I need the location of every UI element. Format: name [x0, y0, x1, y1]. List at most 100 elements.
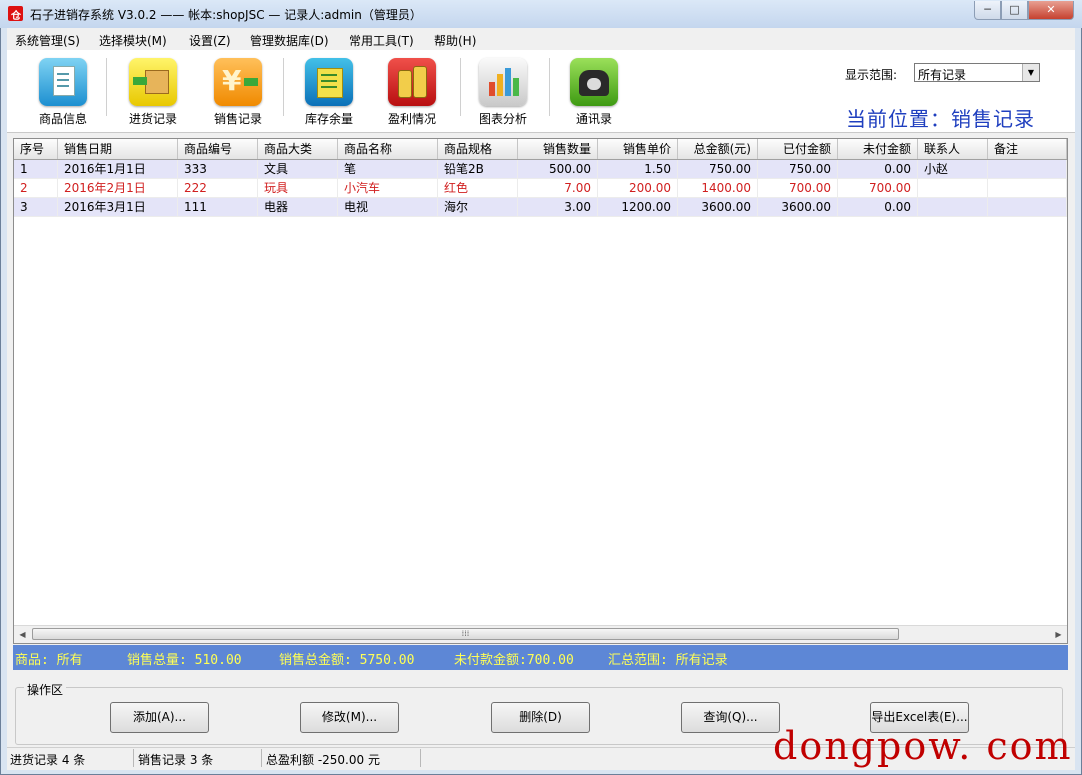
table-cell — [988, 198, 1067, 217]
query-button[interactable]: 查询(Q)... — [681, 702, 780, 733]
table-cell: 200.00 — [598, 179, 678, 198]
window-title: 石子进销存系统 V3.0.2 —— 帐本:shopJSC — 记录人:admin… — [30, 8, 422, 22]
tool-label: 通讯录 — [575, 112, 612, 126]
table-cell: 1.50 — [598, 160, 678, 179]
status-divider — [133, 749, 134, 767]
table-cell: 电视 — [338, 198, 438, 217]
toolbar-separator — [460, 58, 461, 116]
column-header[interactable]: 商品编号 — [178, 139, 258, 159]
operations-title: 操作区 — [24, 681, 67, 698]
tool-label: 库存余量 — [304, 112, 353, 126]
column-header[interactable]: 总金额(元) — [678, 139, 758, 159]
table-cell — [988, 179, 1067, 198]
watermark: dongpow. com — [773, 724, 1073, 768]
column-header[interactable]: 已付金额 — [758, 139, 838, 159]
range-value: 所有记录 — [918, 68, 967, 82]
column-header[interactable]: 备注 — [988, 139, 1067, 159]
table-cell: 500.00 — [518, 160, 598, 179]
horizontal-scrollbar[interactable]: ◀ ⁞⁞⁞ ▶ — [14, 625, 1067, 643]
table-cell: 小赵 — [918, 160, 988, 179]
menu-system[interactable]: 系统管理(S) — [15, 32, 80, 49]
table-cell — [918, 179, 988, 198]
column-header[interactable]: 未付金额 — [838, 139, 918, 159]
chevron-down-icon[interactable]: ▼ — [1022, 64, 1039, 81]
table-cell: 3.00 — [518, 198, 598, 217]
status-divider — [420, 749, 421, 767]
column-header[interactable]: 序号 — [14, 139, 58, 159]
tool-purchase[interactable]: 进货记录 — [118, 58, 188, 127]
title-bar[interactable]: 仓 石子进销存系统 V3.0.2 —— 帐本:shopJSC — 记录人:adm… — [0, 0, 1082, 28]
table-cell: 2016年3月1日 — [58, 198, 178, 217]
column-header[interactable]: 联系人 — [918, 139, 988, 159]
column-header[interactable]: 销售单价 — [598, 139, 678, 159]
scroll-left-icon[interactable]: ◀ — [14, 626, 31, 643]
scroll-thumb[interactable]: ⁞⁞⁞ — [32, 628, 899, 640]
table-row[interactable]: 3 2016年3月1日 111 电器 电视 海尔 3.00 1200.00 3600.00 360… — [14, 198, 1067, 217]
summary-scope: 汇总范围: 所有记录 — [608, 653, 728, 668]
table-cell: 1200.00 — [598, 198, 678, 217]
status-divider — [261, 749, 262, 767]
table-cell: 1400.00 — [678, 179, 758, 198]
box-import-icon — [129, 58, 177, 106]
toolbar-separator — [106, 58, 107, 116]
table-cell: 红色 — [438, 179, 518, 198]
tool-inventory[interactable]: 库存余量 — [294, 58, 364, 127]
telephone-icon — [570, 58, 618, 106]
bar-chart-icon — [479, 58, 527, 106]
toolbar-separator — [283, 58, 284, 116]
app-logo-icon: 仓 — [8, 6, 23, 22]
maximize-button[interactable]: □ — [1001, 1, 1028, 20]
inventory-icon — [305, 58, 353, 106]
column-header[interactable]: 商品名称 — [338, 139, 438, 159]
tool-contacts[interactable]: 通讯录 — [559, 58, 629, 127]
status-profit: 总盈利额 -250.00 元 — [266, 753, 380, 767]
table-cell: 0.00 — [838, 198, 918, 217]
current-location: 当前位置：销售记录 — [846, 107, 1035, 131]
table-cell: 222 — [178, 179, 258, 198]
menu-settings[interactable]: 设置(Z) — [189, 32, 231, 49]
column-header[interactable]: 商品大类 — [258, 139, 338, 159]
summary-goods: 商品: 所有 — [15, 653, 83, 668]
column-header[interactable]: 商品规格 — [438, 139, 518, 159]
minimize-button[interactable]: ─ — [974, 1, 1001, 20]
scroll-right-icon[interactable]: ▶ — [1050, 626, 1067, 643]
status-sales-count: 销售记录 3 条 — [138, 753, 214, 767]
table-cell: 700.00 — [838, 179, 918, 198]
menu-module[interactable]: 选择模块(M) — [99, 32, 167, 49]
column-header[interactable]: 销售日期 — [58, 139, 178, 159]
tool-chart[interactable]: 图表分析 — [468, 58, 538, 127]
table-cell: 笔 — [338, 160, 438, 179]
table-cell: 铅笔2B — [438, 160, 518, 179]
table-cell: 小汽车 — [338, 179, 438, 198]
edit-button[interactable]: 修改(M)... — [300, 702, 399, 733]
menu-help[interactable]: 帮助(H) — [434, 32, 476, 49]
tool-label: 进货记录 — [128, 112, 177, 126]
tool-sales[interactable]: ¥ 销售记录 — [203, 58, 273, 127]
menu-database[interactable]: 管理数据库(D) — [250, 32, 329, 49]
table-row[interactable]: 2 2016年2月1日 222 玩具 小汽车 红色 7.00 200.00 1400.00 700… — [14, 179, 1067, 198]
close-button[interactable]: ✕ — [1028, 1, 1074, 20]
tool-label: 盈利情况 — [387, 112, 436, 126]
table-cell: 750.00 — [758, 160, 838, 179]
coins-icon — [388, 58, 436, 106]
menu-tools[interactable]: 常用工具(T) — [349, 32, 414, 49]
table-cell: 750.00 — [678, 160, 758, 179]
delete-button[interactable]: 删除(D) — [491, 702, 590, 733]
sales-table[interactable]: 序号 销售日期 商品编号 商品大类 商品名称 商品规格 销售数量 销售单价 总金额(元) 已付金额… — [13, 138, 1068, 644]
column-header[interactable]: 销售数量 — [518, 139, 598, 159]
tool-goods-info[interactable]: 商品信息 — [28, 58, 98, 127]
table-cell — [918, 198, 988, 217]
menu-bar: 系统管理(S) 选择模块(M) 设置(Z) 管理数据库(D) 常用工具(T) 帮… — [7, 28, 1075, 50]
summary-bar: 商品: 所有 销售总量: 510.00 销售总金额: 5750.00 未付款金额… — [13, 645, 1068, 670]
table-cell: 3600.00 — [758, 198, 838, 217]
table-cell: 3600.00 — [678, 198, 758, 217]
tool-profit[interactable]: 盈利情况 — [377, 58, 447, 127]
toolbar-separator — [549, 58, 550, 116]
table-cell: 玩具 — [258, 179, 338, 198]
document-icon — [39, 58, 87, 106]
range-label: 显示范围: — [845, 68, 898, 82]
table-row[interactable]: 1 2016年1月1日 333 文具笔铅笔2B 500.00 1.50 750.00 750.… — [14, 160, 1067, 179]
range-select[interactable]: 所有记录 ▼ — [914, 63, 1040, 82]
add-button[interactable]: 添加(A)... — [110, 702, 209, 733]
table-cell: 2 — [14, 179, 58, 198]
